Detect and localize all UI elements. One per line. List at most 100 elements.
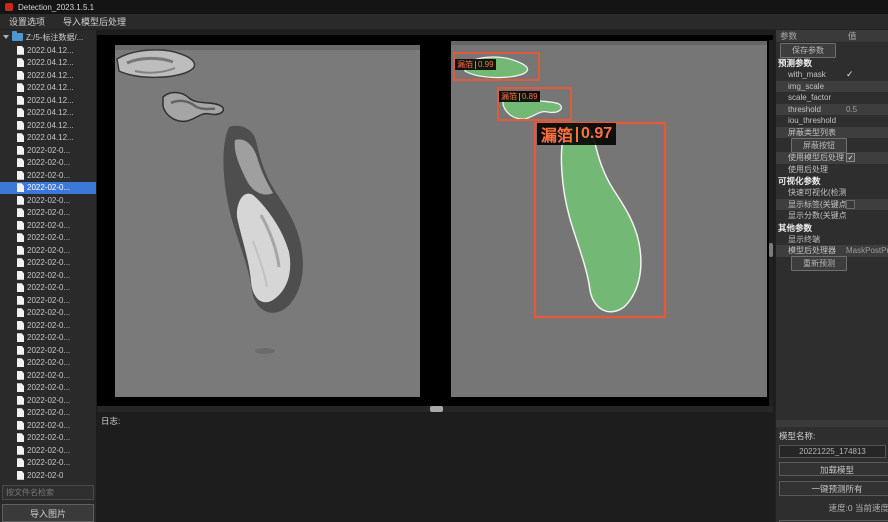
- checkbox[interactable]: [846, 153, 855, 162]
- file-item[interactable]: 2022-02-0...: [0, 382, 96, 395]
- import-image-button[interactable]: 导入图片: [2, 504, 94, 522]
- param-row[interactable]: 保存参数 保存参数: [776, 43, 888, 57]
- file-item[interactable]: 2022-02-0...: [0, 144, 96, 157]
- file-name: 2022-02-0...: [27, 408, 70, 417]
- scrollbar-thumb[interactable]: [430, 406, 443, 412]
- file-item[interactable]: 2022-02-0...: [0, 344, 96, 357]
- param-row[interactable]: scale_factor scale_factor: [776, 92, 888, 104]
- param-row[interactable]: 使用后处理 使用后处理: [776, 164, 888, 176]
- prediction-image-viewer[interactable]: 漏箔0.99 漏箔0.89 漏箔 0.97: [442, 35, 773, 410]
- file-item[interactable]: 2022-02-0...: [0, 369, 96, 382]
- file-item[interactable]: 2022-02-0...: [0, 444, 96, 457]
- param-row[interactable]: 可视化参数 可视化参数: [776, 175, 888, 187]
- file-name: 2022.04.12...: [27, 71, 74, 80]
- param-row[interactable]: 模型后处理器 模型后处理器 MaskPostPro: [776, 245, 888, 257]
- vertical-scrollbar[interactable]: [769, 40, 773, 415]
- file-icon: [17, 83, 24, 92]
- file-name: 2022-02-0...: [27, 171, 70, 180]
- file-item[interactable]: 2022-02-0...: [0, 319, 96, 332]
- file-item[interactable]: 2022.04.12...: [0, 44, 96, 57]
- param-row[interactable]: 显示分数(关键点) 显示分数(关键点): [776, 210, 888, 222]
- tree-root-folder[interactable]: Z:/5-标注数据/...: [0, 30, 96, 44]
- file-icon: [17, 71, 24, 80]
- predict-all-button[interactable]: 一键预测所有: [779, 481, 888, 496]
- file-item[interactable]: 2022-02-0: [0, 469, 96, 482]
- file-item[interactable]: 2022-02-0...: [0, 157, 96, 170]
- chevron-down-icon[interactable]: [3, 35, 9, 39]
- horizontal-scrollbar[interactable]: [97, 406, 773, 412]
- param-label: 快速可视化(检测): [788, 187, 846, 198]
- param-value-cell: 0.5: [846, 105, 888, 114]
- file-item[interactable]: 2022-02-0...: [0, 307, 96, 320]
- param-row[interactable]: 屏蔽类型列表 屏蔽类型列表: [776, 127, 888, 139]
- file-item[interactable]: 2022.04.12...: [0, 132, 96, 145]
- param-row[interactable]: 使用模型后处理 使用模型后处理: [776, 152, 888, 164]
- scrollbar-thumb[interactable]: [769, 243, 773, 257]
- file-item[interactable]: 2022-02-0...: [0, 282, 96, 295]
- file-item[interactable]: 2022-02-0...: [0, 182, 96, 195]
- menu-item-settings[interactable]: 设置选项: [0, 14, 54, 30]
- file-item[interactable]: 2022-02-0...: [0, 407, 96, 420]
- file-name: 2022-02-0...: [27, 371, 70, 380]
- load-model-button[interactable]: 加载模型: [779, 462, 888, 476]
- param-row[interactable]: 快速可视化(检测) 快速可视化(检测): [776, 187, 888, 199]
- file-item[interactable]: 2022-02-0...: [0, 232, 96, 245]
- titlebar: Detection_2023.1.5.1: [0, 0, 888, 14]
- file-icon: [17, 271, 24, 280]
- detection-class: 漏箔: [501, 91, 517, 102]
- file-name: 2022-02-0...: [27, 271, 70, 280]
- checkbox[interactable]: [846, 69, 854, 80]
- source-image-viewer[interactable]: [97, 35, 436, 410]
- file-item[interactable]: 2022-02-0...: [0, 207, 96, 220]
- param-label: 屏蔽类型列表: [788, 127, 846, 138]
- param-button[interactable]: 重新预测: [791, 256, 847, 271]
- file-name: 2022-02-0...: [27, 183, 70, 192]
- file-name: 2022-02-0...: [27, 421, 70, 430]
- file-icon: [17, 108, 24, 117]
- file-item[interactable]: 2022-02-0...: [0, 194, 96, 207]
- param-row[interactable]: 显示终端 显示终端: [776, 234, 888, 246]
- file-item[interactable]: 2022.04.12...: [0, 94, 96, 107]
- file-name: 2022-02-0...: [27, 283, 70, 292]
- model-name-field[interactable]: 20221225_174813: [779, 445, 886, 458]
- params-header: 参数 值: [776, 30, 888, 43]
- param-value: 0.5: [846, 105, 857, 114]
- file-search-input[interactable]: [2, 485, 94, 500]
- file-item[interactable]: 2022.04.12...: [0, 69, 96, 82]
- file-item[interactable]: 2022-02-0...: [0, 457, 96, 470]
- param-row[interactable]: 屏蔽按钮 屏蔽按钮: [776, 138, 888, 152]
- file-item[interactable]: 2022-02-0...: [0, 169, 96, 182]
- param-label: scale_factor: [788, 93, 846, 102]
- file-item[interactable]: 2022.04.12...: [0, 57, 96, 70]
- param-row[interactable]: 其他参数 其他参数: [776, 222, 888, 234]
- param-row[interactable]: img_scale img_scale: [776, 81, 888, 93]
- detection-score: 0.97: [581, 125, 612, 143]
- param-row[interactable]: 显示标签(关键点) 显示标签(关键点): [776, 199, 888, 211]
- detection-label: 漏箔0.89: [499, 91, 540, 102]
- file-icon: [17, 246, 24, 255]
- file-item[interactable]: 2022-02-0...: [0, 394, 96, 407]
- file-item[interactable]: 2022.04.12...: [0, 107, 96, 120]
- file-item[interactable]: 2022-02-0...: [0, 432, 96, 445]
- menu-item-import-postprocess[interactable]: 导入模型后处理: [54, 14, 135, 30]
- detection-label: 漏箔0.99: [455, 59, 496, 70]
- param-row[interactable]: threshold threshold 0.5: [776, 104, 888, 116]
- file-item[interactable]: 2022-02-0...: [0, 419, 96, 432]
- param-row[interactable]: 预测参数 预测参数: [776, 57, 888, 69]
- file-item[interactable]: 2022-02-0...: [0, 269, 96, 282]
- param-button[interactable]: 保存参数: [780, 43, 836, 58]
- file-item[interactable]: 2022-02-0...: [0, 294, 96, 307]
- file-item[interactable]: 2022.04.12...: [0, 119, 96, 132]
- param-button[interactable]: 屏蔽按钮: [791, 138, 847, 153]
- file-item[interactable]: 2022-02-0...: [0, 357, 96, 370]
- file-item[interactable]: 2022-02-0...: [0, 244, 96, 257]
- tree-root-label: Z:/5-标注数据/...: [26, 32, 83, 43]
- file-item[interactable]: 2022.04.12...: [0, 82, 96, 95]
- file-item[interactable]: 2022-02-0...: [0, 257, 96, 270]
- file-item[interactable]: 2022-02-0...: [0, 219, 96, 232]
- file-item[interactable]: 2022-02-0...: [0, 332, 96, 345]
- checkbox[interactable]: [846, 200, 855, 209]
- param-row[interactable]: iou_threshold iou_threshold: [776, 115, 888, 127]
- param-row[interactable]: with_mask with_mask: [776, 69, 888, 81]
- param-row[interactable]: 重新预测 重新预测: [776, 257, 888, 271]
